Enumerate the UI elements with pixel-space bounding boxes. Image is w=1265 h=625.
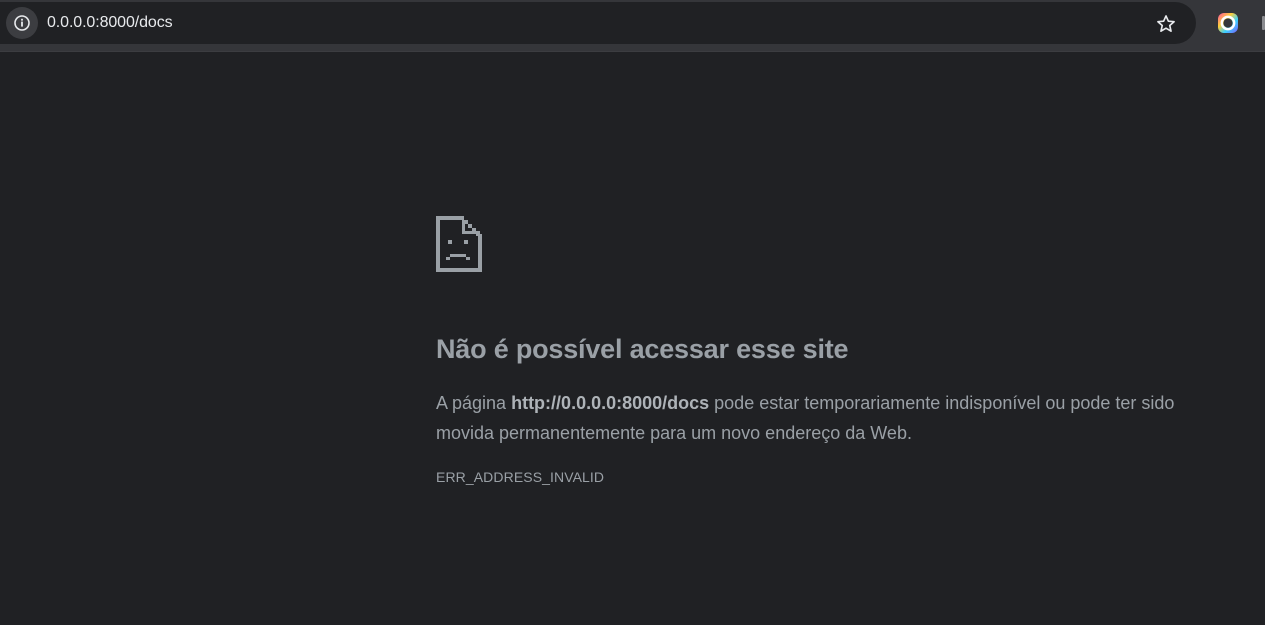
site-info-button[interactable]: [6, 7, 38, 39]
star-outline-icon: [1157, 15, 1175, 32]
description-prefix: A página: [436, 393, 512, 413]
bookmark-button[interactable]: [1152, 10, 1180, 38]
colorful-ring-icon: [1218, 13, 1238, 33]
description-url: http://0.0.0.0:8000/docs: [511, 393, 710, 413]
browser-toolbar: 0.0.0.0:8000/docs: [0, 0, 1265, 52]
address-bar[interactable]: 0.0.0.0:8000/docs: [0, 2, 1196, 44]
error-title: Não é possível acessar esse site: [436, 334, 849, 364]
extension-button[interactable]: [1214, 9, 1242, 37]
sad-page-icon: [436, 216, 482, 272]
info-circle-icon: [14, 15, 30, 31]
url-text[interactable]: 0.0.0.0:8000/docs: [47, 13, 173, 33]
error-code: ERR_ADDRESS_INVALID: [436, 469, 605, 485]
error-description: A página http://0.0.0.0:8000/docs pode e…: [436, 388, 1196, 448]
error-content: Não é possível acessar esse site A págin…: [436, 216, 1196, 486]
